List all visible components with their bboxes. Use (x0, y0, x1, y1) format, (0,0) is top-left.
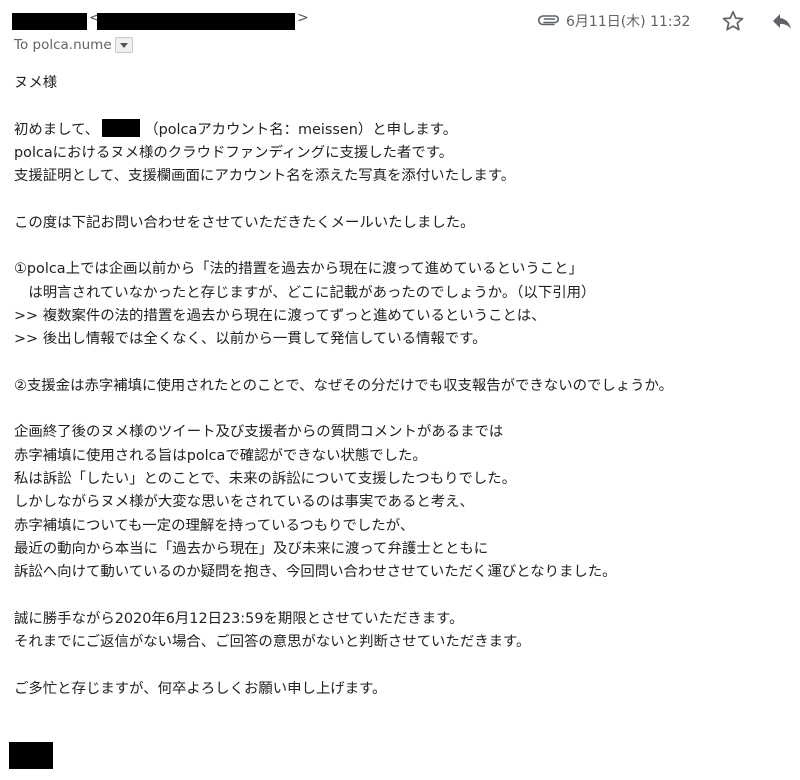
attachment-icon (537, 11, 560, 30)
intro-line-1: 初めまして、 （polcaアカウント名：meissen）と申します。 (14, 118, 794, 142)
purpose-line: この度は下記お問い合わせをさせていただきたくメールいたしました。 (14, 214, 475, 231)
closing-line: ご多忙と存じますが、何卒よろしくお願い申し上げます。 (14, 680, 387, 697)
chevron-down-icon (119, 42, 128, 48)
greeting: ヌメ様 (14, 75, 58, 91)
intro-suffix: （polcaアカウント名：meissen）と申します。 (144, 121, 458, 138)
context-line-4: しかしながらヌメ様が大変な思いをされているのは事実であると考え、 (14, 494, 474, 511)
sender-email-redacted (97, 13, 295, 30)
show-details-button[interactable] (114, 37, 133, 53)
reply-button[interactable] (770, 9, 794, 37)
context-line-1: 企画終了後のヌメ様のツイート及び支援者からの質問コメントがあるまでは (14, 424, 504, 441)
question-1-line-2: は明言されていなかったと存じますが、どこに記載があったのでしょうか。（以下引用） (14, 284, 596, 301)
context-line-2: 赤字補填に使用される旨はpolcaで確認ができない状態でした。 (14, 447, 427, 464)
deadline-line-2: それまでにご返信がない場合、ご回答の意思がないと判断させていただきます。 (14, 634, 531, 651)
message-header: < > To polca.nume 6月11日(木) 11:32 (0, 0, 800, 62)
context-line-5: 赤字補填についても一定の理解を持っているつもりでしたが、 (14, 517, 415, 534)
context-line-6: 最近の動向から本当に「過去から現在」及び未来に渡って弁護士とともに (14, 540, 489, 557)
reply-icon (773, 14, 791, 29)
signature-redacted (9, 742, 53, 769)
sender-name-redacted (12, 13, 87, 30)
intro-prefix: 初めまして、 (14, 121, 100, 138)
paperclip-icon (537, 15, 559, 26)
sender-email-close-bracket: > (297, 10, 309, 26)
context-line-3: 私は訴訟「したい」とのことで、未来の訴訟について支援したつもりでした。 (14, 471, 517, 488)
quote-line-2: >> 後出し情報では全くなく、以前から一貫して発信している情報です。 (14, 331, 487, 348)
intro-line-2: polcaにおけるヌメ様のクラウドファンディングに支援した者です。 (14, 144, 454, 161)
intro-line-3: 支援証明として、支援欄画面にアカウント名を添えた写真を添付いたします。 (14, 168, 516, 185)
message-date: 6月11日(木) 11:32 (566, 14, 691, 30)
recipient-label: To polca.nume (14, 37, 112, 53)
recipient-line: To polca.nume (14, 37, 133, 53)
sender-name-redacted-inline (102, 118, 141, 137)
question-2: ②支援金は赤字補填に使用されたとのことで、なぜその分だけでも収支報告ができないの… (14, 377, 674, 394)
deadline-line-1: 誠に勝手ながら2020年6月12日23:59を期限とさせていただきます。 (14, 610, 464, 627)
star-icon (722, 10, 744, 31)
star-button[interactable] (721, 9, 745, 37)
question-1-line-1: ①polca上では企画以前から「法的措置を過去から現在に渡って進めているというこ… (14, 261, 583, 278)
quote-line-1: >> 複数案件の法的措置を過去から現在に渡ってずっと進めているということは、 (14, 307, 546, 324)
message-body: ヌメ様 初めまして、 （polcaアカウント名：meissen）と申します。 po… (14, 72, 794, 701)
context-line-7: 訴訟へ向けて動いているのか疑問を抱き、今回問い合わせさせていただく運びとなりまし… (14, 564, 617, 581)
